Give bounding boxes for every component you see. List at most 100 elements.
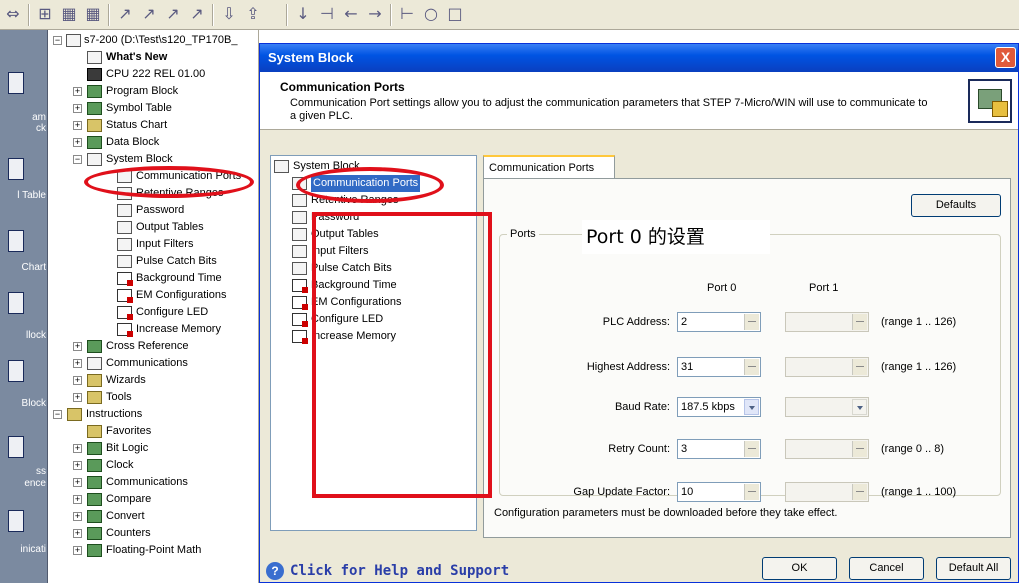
spinner-value: 10 [681,486,694,498]
password-icon [292,211,307,224]
tree-label: Floating-Point Math [106,544,202,556]
tab-communication-ports[interactable]: Communication Ports [483,155,615,179]
tree-label: Compare [106,493,152,505]
baud-rate-port1-select [785,397,869,417]
line-icon[interactable]: ↗ [186,3,208,25]
defaults-button[interactable]: Defaults [911,194,1001,217]
data-block-icon [87,136,102,149]
configure-led-icon [292,313,308,327]
line-icon[interactable]: ↗ [162,3,184,25]
baud-rate-port0-select[interactable]: 187.5 kbps [677,397,761,417]
tree-label: Configure LED [311,313,384,325]
em-configurations-icon [292,296,308,310]
status-chart-icon [87,119,102,132]
counters-icon [87,527,102,540]
spinner-arrows-icon[interactable] [744,314,759,330]
right-arrow-icon[interactable]: → [364,3,386,25]
dialog-tree: System Block Communication Ports Retenti… [270,155,477,531]
highest-address-port0-spinner[interactable]: 31 [677,357,761,377]
cross-reference-icon [87,340,102,353]
close-button[interactable]: X [995,47,1016,68]
box-icon[interactable]: ○ [420,3,442,25]
tree-label: What's New [106,51,168,63]
symbol-table-icon [87,102,102,115]
default-all-button[interactable]: Default All [936,557,1011,580]
expand-icon[interactable]: + [73,87,82,96]
nav-label: ss ence [24,466,46,489]
expand-icon[interactable]: + [73,376,82,385]
toolbar-separator [108,4,110,26]
cpu-icon [87,68,102,81]
spinner-arrows-icon[interactable] [744,359,759,375]
tree-label: Background Time [136,272,222,284]
expand-icon[interactable]: + [73,359,82,368]
coil-icon[interactable]: ⊣ [316,3,338,25]
tree-label: Increase Memory [311,330,396,342]
project-tree: − s7-200 (D:\Test\s120_TP170B_ What's Ne… [49,30,259,583]
box-icon[interactable]: ⊢ [396,3,418,25]
table-icon[interactable]: ▦ [58,3,80,25]
collapse-icon[interactable]: − [53,410,62,419]
upload-icon[interactable]: ⇪ [242,3,264,25]
plc-address-port1-spinner [785,312,869,332]
toolbar-separator [390,4,392,26]
cross-ref-icon[interactable]: ⊞ [34,3,56,25]
config-note: Configuration parameters must be downloa… [494,507,838,519]
table-icon[interactable]: ▦ [82,3,104,25]
symbol-table-icon [8,158,24,180]
program-block-icon [87,85,102,98]
highest-address-port1-spinner [785,357,869,377]
em-configurations-icon [117,289,133,303]
expand-icon[interactable]: + [73,495,82,504]
system-block-dialog: System Block X Communication Ports Commu… [259,43,1019,583]
expand-icon[interactable]: + [73,461,82,470]
plc-address-port0-spinner[interactable]: 2 [677,312,761,332]
tree-label: Symbol Table [106,102,172,114]
expand-icon[interactable]: + [73,393,82,402]
download-icon[interactable]: ⇩ [218,3,240,25]
collapse-icon[interactable]: − [53,36,62,45]
tree-label: EM Configurations [136,289,227,301]
expand-icon[interactable]: + [73,444,82,453]
expand-icon[interactable]: + [73,512,82,521]
tab-panel: Defaults Ports Port 0 的设置 Port 0 Port 1 … [483,178,1011,538]
tree-label: s7-200 (D:\Test\s120_TP170B_ [84,34,238,46]
chevron-down-icon[interactable] [744,399,759,415]
expand-icon[interactable]: + [73,546,82,555]
box-icon[interactable]: □ [444,3,466,25]
left-arrow-icon[interactable]: ← [340,3,362,25]
gap-update-factor-port1-spinner [785,482,869,502]
cancel-button[interactable]: Cancel [849,557,924,580]
expand-icon[interactable]: + [73,478,82,487]
retry-count-port0-spinner[interactable]: 3 [677,439,761,459]
tree-label: Configure LED [136,306,209,318]
background-time-icon [292,279,308,293]
dialog-title: System Block [268,50,354,65]
gap-update-factor-port0-spinner[interactable]: 10 [677,482,761,502]
nav-label: l Table [17,190,46,201]
expand-icon[interactable]: + [73,529,82,538]
ok-button[interactable]: OK [762,557,837,580]
expand-icon[interactable]: + [73,342,82,351]
spinner-arrows-icon [852,441,867,457]
line-icon[interactable]: ↗ [114,3,136,25]
spinner-arrows-icon[interactable] [744,441,759,457]
pulse-catch-bits-icon [117,255,132,268]
favorites-icon [87,425,102,438]
contact-icon[interactable]: ↓ [292,3,314,25]
tree-label: Tools [106,391,132,403]
spinner-arrows-icon[interactable] [744,484,759,500]
spinner-arrows-icon [852,484,867,500]
expand-icon[interactable]: + [73,138,82,147]
tree-label: EM Configurations [311,296,402,308]
expand-icon[interactable]: + [73,121,82,130]
collapse-icon[interactable]: − [73,155,82,164]
expand-icon[interactable]: + [73,104,82,113]
line-icon[interactable]: ↗ [138,3,160,25]
tree-label: Retentive Ranges [136,187,224,199]
view-icon[interactable]: ⇔ [2,3,24,25]
communication-ports-icon [968,79,1012,123]
clock-icon [87,459,102,472]
dialog-titlebar[interactable]: System Block X [260,44,1018,72]
tab-label: Communication Ports [489,162,595,174]
